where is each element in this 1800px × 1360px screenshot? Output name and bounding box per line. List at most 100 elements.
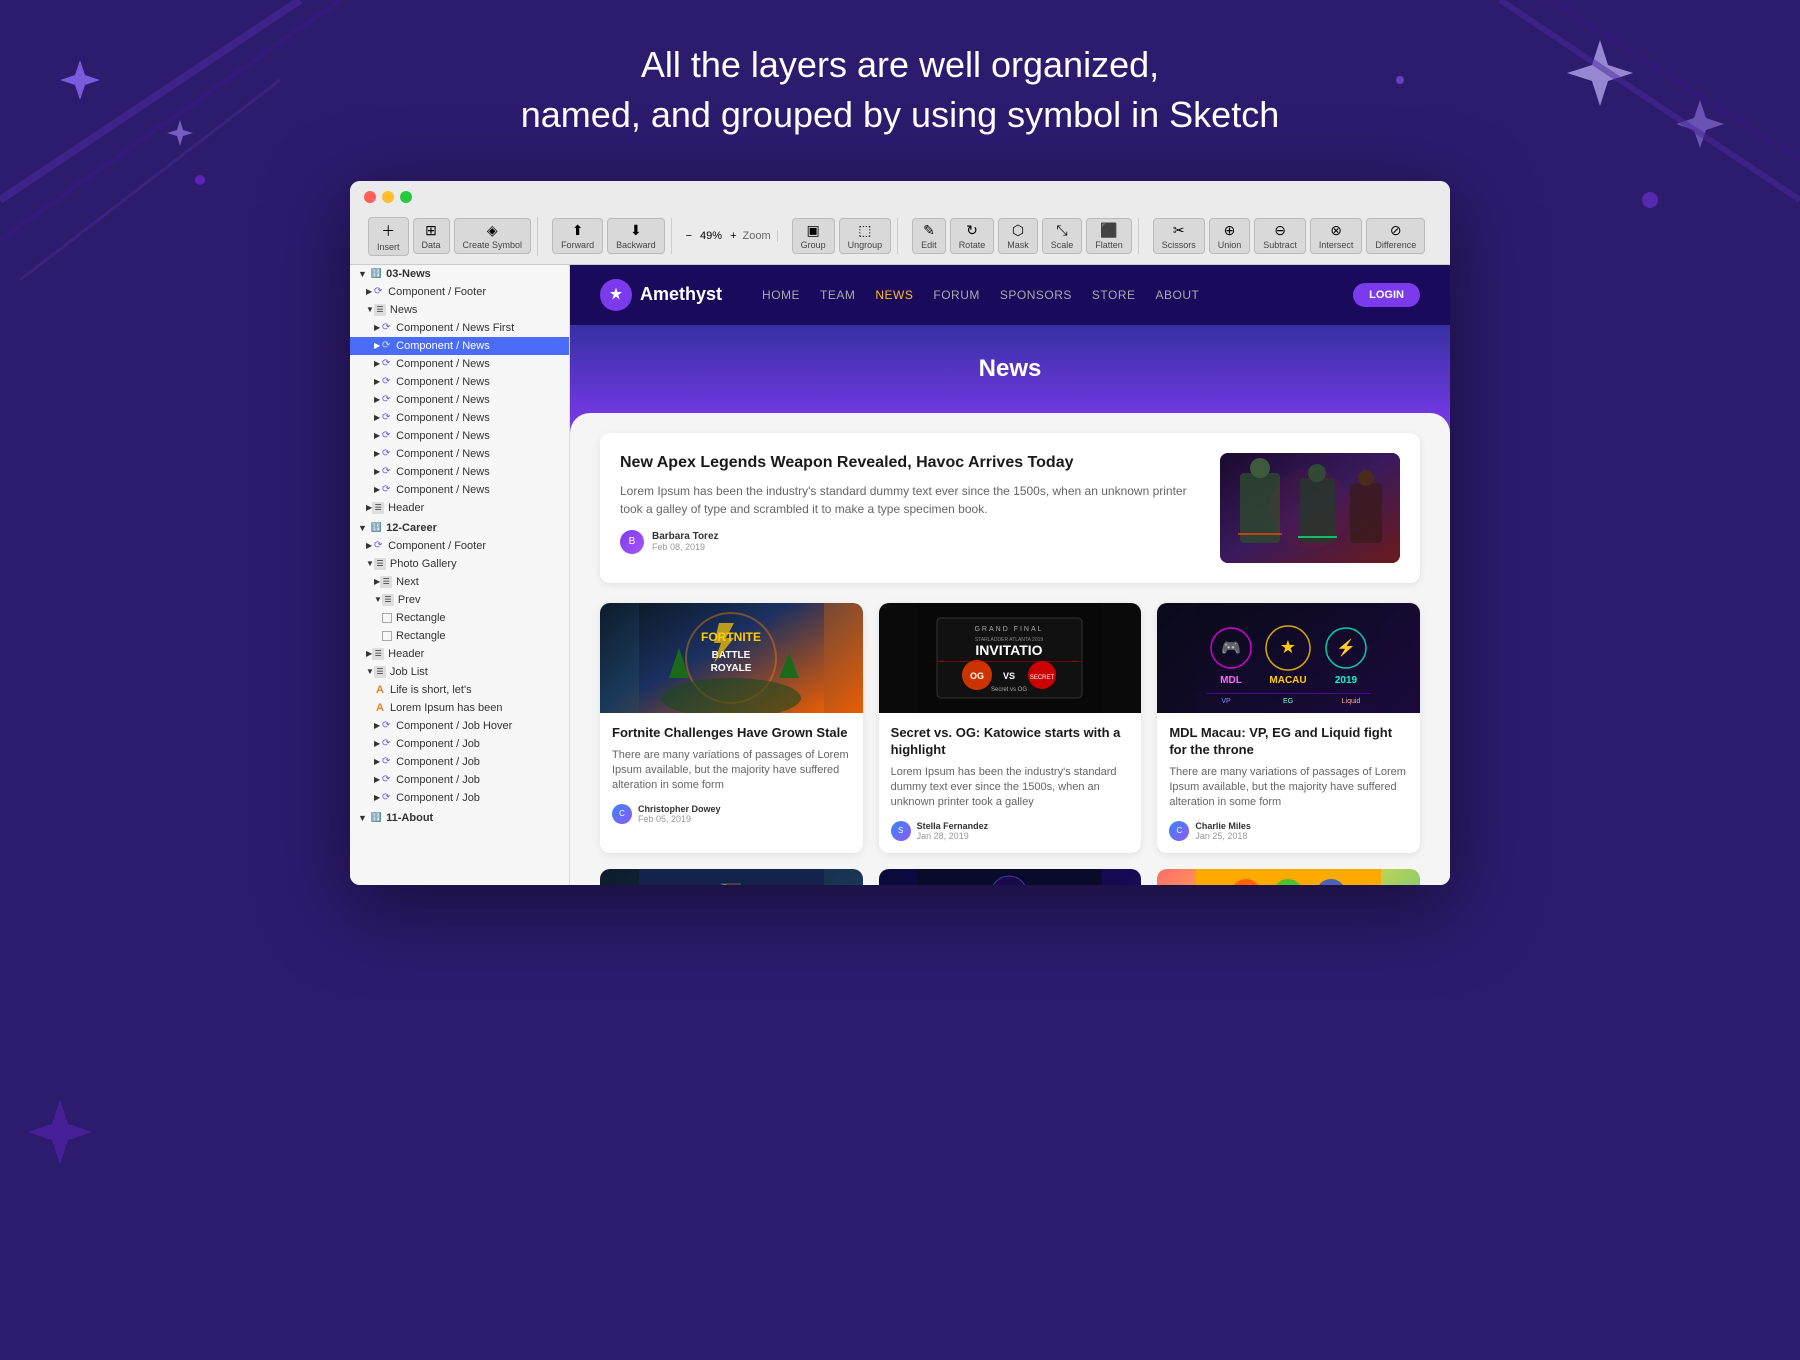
nav-team[interactable]: TEAM (820, 288, 855, 302)
svg-text:MACAU: MACAU (1270, 675, 1307, 686)
sidebar-item-component-job-4[interactable]: ▶ ⟳ Component / Job (350, 789, 569, 807)
sidebar-item-component-job-hover[interactable]: ▶ ⟳ Component / Job Hover (350, 717, 569, 735)
sidebar-label: Life is short, let's (390, 684, 472, 696)
section-12-career[interactable]: ▼ 🔢 12-Career (350, 519, 569, 537)
svg-text:⬛: ⬛ (720, 882, 742, 885)
difference-button[interactable]: ⊘ Difference (1366, 218, 1425, 254)
content-area: Amethyst HOME TEAM NEWS FORUM SPONSORS S… (570, 265, 1450, 885)
dota-author-name: Stella Fernandez (917, 821, 989, 831)
mdl-author-name: Charlie Miles (1195, 821, 1251, 831)
nav-sponsors[interactable]: SPONSORS (1000, 288, 1072, 302)
sidebar-label: Component / News (396, 340, 490, 352)
nav-about[interactable]: ABOUT (1156, 288, 1200, 302)
website-preview: Amethyst HOME TEAM NEWS FORUM SPONSORS S… (570, 265, 1450, 885)
sidebar-item-header-1[interactable]: ▶ ☰ Header (350, 499, 569, 517)
mdl-author-date: Jan 25, 2018 (1195, 831, 1251, 841)
sidebar-item-life-is-short[interactable]: A Life is short, let's (350, 681, 569, 699)
partial-image-2: 🎮 (879, 869, 1142, 885)
hero-section: All the layers are well organized, named… (521, 40, 1279, 141)
nav-home[interactable]: HOME (762, 288, 800, 302)
sidebar-item-component-news-3[interactable]: ▶ ⟳ Component / News (350, 373, 569, 391)
sidebar-label: Component / News (396, 484, 490, 496)
svg-text:MDL: MDL (1220, 675, 1242, 686)
sidebar-item-component-news-7[interactable]: ▶ ⟳ Component / News (350, 445, 569, 463)
svg-text:EG: EG (1283, 698, 1293, 705)
login-button[interactable]: LOGIN (1353, 283, 1420, 307)
sidebar-item-rectangle-1[interactable]: Rectangle (350, 609, 569, 627)
partial-card-3: 🌟 (1157, 869, 1420, 885)
sidebar-item-component-news-9[interactable]: ▶ ⟳ Component / News (350, 481, 569, 499)
toolbar-arrange-group: ⬆ Forward ⬇ Backward (546, 218, 672, 254)
sidebar-item-component-news-first[interactable]: ▶ ⟳ Component / News First (350, 319, 569, 337)
sidebar-item-component-job-1[interactable]: ▶ ⟳ Component / Job (350, 735, 569, 753)
sidebar-item-job-list[interactable]: ▼ ☰ Job List (350, 663, 569, 681)
scale-button[interactable]: ⤡ Scale (1042, 218, 1083, 254)
featured-author: B Barbara Torez Feb 08, 2019 (620, 530, 1200, 554)
sidebar-item-prev[interactable]: ▼ ☰ Prev (350, 591, 569, 609)
sidebar-item-component-news-6[interactable]: ▶ ⟳ Component / News (350, 427, 569, 445)
sidebar-item-component-footer-2[interactable]: ▶ ⟳ Component / Footer (350, 537, 569, 555)
sidebar-label: Component / Job (396, 792, 480, 804)
flatten-button[interactable]: ⬛ Flatten (1086, 218, 1132, 254)
data-button[interactable]: ⊞ Data (413, 218, 450, 254)
sidebar-label: Component / News (396, 358, 490, 370)
toolbar-insert-group: ＋ Insert ⊞ Data ◈ Create Symbol (362, 217, 538, 256)
intersect-button[interactable]: ⊗ Intersect (1310, 218, 1363, 254)
author-avatar: B (620, 530, 644, 554)
nav-forum[interactable]: FORUM (933, 288, 980, 302)
dota-image: GRAND FINAL STARLADDER ATLANTA 2019 INVI… (879, 603, 1142, 713)
svg-text:★: ★ (1280, 637, 1296, 657)
fortnite-author-info: Christopher Dowey Feb 05, 2019 (638, 804, 721, 824)
scissors-button[interactable]: ✂ Scissors (1153, 218, 1205, 254)
svg-text:INVITATIO: INVITATIO (976, 642, 1043, 658)
sidebar-item-next[interactable]: ▶ ☰ Next (350, 573, 569, 591)
sidebar-item-lorem-ipsum[interactable]: A Lorem Ipsum has been (350, 699, 569, 717)
sidebar-item-component-news-active[interactable]: ▶ ⟳ Component / News (350, 337, 569, 355)
sidebar-item-rectangle-2[interactable]: Rectangle (350, 627, 569, 645)
sidebar-item-photo-gallery[interactable]: ▼ ☰ Photo Gallery (350, 555, 569, 573)
svg-text:ROYALE: ROYALE (710, 663, 751, 674)
edit-button[interactable]: ✎ Edit (912, 218, 946, 254)
ungroup-button[interactable]: ⬚ Ungroup (839, 218, 892, 254)
featured-image (1220, 453, 1400, 563)
union-button[interactable]: ⊕ Union (1209, 218, 1251, 254)
rotate-button[interactable]: ↻ Rotate (950, 218, 995, 254)
site-logo: Amethyst (600, 279, 722, 311)
forward-button[interactable]: ⬆ Forward (552, 218, 603, 254)
sketch-toolbar: ＋ Insert ⊞ Data ◈ Create Symbol ⬆ Forwar… (350, 209, 1450, 265)
sidebar-item-header-2[interactable]: ▶ ☰ Header (350, 645, 569, 663)
logo-icon (600, 279, 632, 311)
sidebar-item-component-job-3[interactable]: ▶ ⟳ Component / Job (350, 771, 569, 789)
mask-button[interactable]: ⬡ Mask (998, 218, 1038, 254)
sidebar-label: Component / News (396, 430, 490, 442)
sidebar-item-news-group[interactable]: ▼ ☰ News (350, 301, 569, 319)
author-info: Barbara Torez Feb 08, 2019 (652, 531, 719, 552)
backward-button[interactable]: ⬇ Backward (607, 218, 665, 254)
insert-button[interactable]: ＋ Insert (368, 217, 409, 256)
sidebar-label: Component / News First (396, 322, 514, 334)
fortnite-card-body: Fortnite Challenges Have Grown Stale The… (600, 713, 863, 836)
sidebar-item-component-news-2[interactable]: ▶ ⟳ Component / News (350, 355, 569, 373)
section-03-news[interactable]: ▼ 🔢 03-News (350, 265, 569, 283)
sidebar-item-component-news-4[interactable]: ▶ ⟳ Component / News (350, 391, 569, 409)
layers-sidebar: ▼ 🔢 03-News ▶ ⟳ Component / Footer ▼ ☰ N… (350, 265, 570, 885)
sidebar-item-component-footer-1[interactable]: ▶ ⟳ Component / Footer (350, 283, 569, 301)
dota-title: Secret vs. OG: Katowice starts with a hi… (891, 725, 1130, 759)
nav-news[interactable]: NEWS (875, 288, 913, 302)
group-button[interactable]: ▣ Group (792, 218, 835, 254)
sidebar-item-component-news-8[interactable]: ▶ ⟳ Component / News (350, 463, 569, 481)
close-button[interactable] (364, 191, 376, 203)
section-11-about[interactable]: ▼ 🔢 11-About (350, 809, 569, 827)
create-symbol-button[interactable]: ◈ Create Symbol (454, 218, 532, 254)
sidebar-item-component-news-5[interactable]: ▶ ⟳ Component / News (350, 409, 569, 427)
nav-store[interactable]: STORE (1092, 288, 1136, 302)
maximize-button[interactable] (400, 191, 412, 203)
dota-desc: Lorem Ipsum has been the industry's stan… (891, 765, 1130, 811)
fortnite-avatar: C (612, 804, 632, 824)
sidebar-item-component-job-2[interactable]: ▶ ⟳ Component / Job (350, 753, 569, 771)
minimize-button[interactable] (382, 191, 394, 203)
subtract-button[interactable]: ⊖ Subtract (1254, 218, 1306, 254)
sidebar-label: Component / Footer (388, 286, 486, 298)
featured-article: New Apex Legends Weapon Revealed, Havoc … (600, 433, 1420, 583)
mdl-card-body: MDL Macau: VP, EG and Liquid fight for t… (1157, 713, 1420, 853)
